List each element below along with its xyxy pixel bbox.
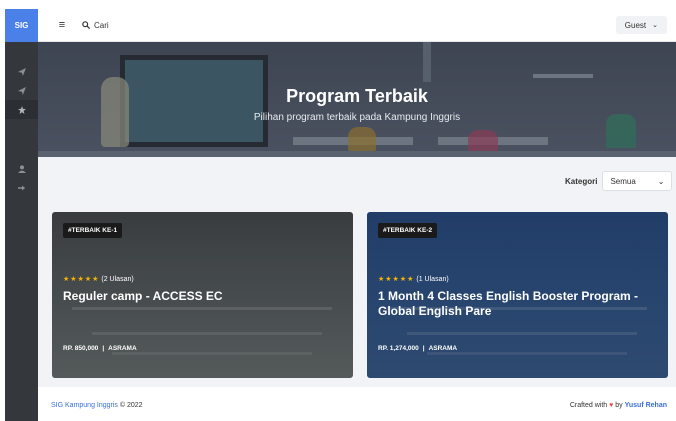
top-navbar: ≡ Cari Guest ⌄ [38,9,676,42]
program-type: ASRAMA [108,345,137,352]
brand-logo[interactable]: SIG [5,9,38,42]
program-card[interactable]: #TERBAIK KE-2 ★★★★★ (1 Ulasan) 1 Month 4… [367,212,668,378]
category-label: Kategori [565,176,598,186]
hero-banner: Program Terbaik Pilihan program terbaik … [38,42,676,157]
sign-in-icon[interactable] [5,178,38,197]
category-selected-value: Semua [610,176,636,186]
program-title[interactable]: Reguler camp - ACCESS EC [63,289,343,304]
shelf-illustration [533,74,593,78]
search-button[interactable]: Cari [82,18,120,33]
copyright-text: © 2022 [119,402,143,409]
chevron-down-icon: ⌄ [652,22,658,29]
footer: SIG Kampung Inggris © 2022 Crafted with … [38,387,676,421]
category-filter: Kategori Semua ⌄ [565,171,673,191]
footer-brand-link[interactable]: SIG Kampung Inggris [51,402,118,409]
review-count: (1 Ulasan) [416,275,449,283]
footer-copyright: SIG Kampung Inggris © 2022 [51,402,143,409]
rank-badge: #TERBAIK KE-1 [63,223,123,238]
chevron-down-icon: ⌄ [657,176,665,186]
paper-plane-icon[interactable] [5,81,38,100]
author-link[interactable]: Yusuf Rehan [625,402,667,409]
lamp-illustration [423,42,431,82]
sidebar: SIG [5,9,38,421]
star-rating-icon: ★★★★★ [378,276,415,283]
rating: ★★★★★ (1 Ulasan) [378,275,449,284]
page-title: Program Terbaik [286,86,428,106]
student-illustration [348,127,376,151]
heart-icon: ♥ [609,402,614,409]
user-dropdown-button[interactable]: Guest ⌄ [615,16,667,34]
app-frame: SIG ≡ Cari Guest ⌄ Program Terbaik Pilih… [5,9,676,421]
user-label: Guest [624,20,647,30]
rating: ★★★★★ (2 Ulasan) [63,275,134,284]
search-icon [82,20,91,31]
program-price: RP. 850,000 [63,345,99,352]
star-rating-icon: ★★★★★ [63,276,100,283]
floor-illustration [38,151,676,157]
program-price: RP. 1,274,000 [378,345,419,352]
category-select[interactable]: Semua ⌄ [602,171,673,191]
program-title[interactable]: 1 Month 4 Classes English Booster Progra… [378,289,658,319]
paper-plane-icon[interactable] [5,62,38,81]
rank-badge: #TERBAIK KE-2 [378,223,438,238]
hamburger-menu-icon[interactable]: ≡ [55,18,69,32]
star-icon[interactable] [5,100,38,119]
page-subtitle: Pilihan program terbaik pada Kampung Ing… [253,112,461,123]
by-text: by [615,402,623,409]
program-card[interactable]: #TERBAIK KE-1 ★★★★★ (2 Ulasan) Reguler c… [52,212,353,378]
program-meta: RP. 850,000 | ASRAMA [63,345,137,352]
crafted-text: Crafted with [569,402,608,409]
review-count: (2 Ulasan) [101,275,134,283]
program-meta: RP. 1,274,000 | ASRAMA [378,345,458,352]
program-type: ASRAMA [428,345,458,352]
student-illustration [468,130,498,152]
search-label: Cari [94,21,109,30]
user-icon[interactable] [5,159,38,178]
footer-credit: Crafted with ♥ by Yusuf Rehan [570,402,667,409]
